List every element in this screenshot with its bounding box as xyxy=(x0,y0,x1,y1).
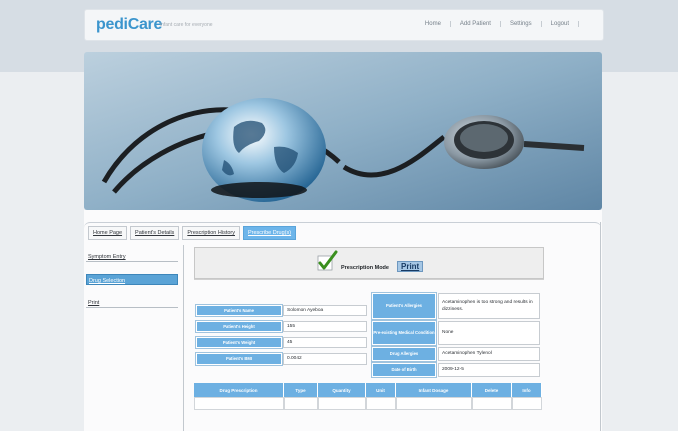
mode-label: Prescription Mode xyxy=(341,265,389,271)
nav-logout[interactable]: Logout xyxy=(542,21,579,27)
patient-weight-label: Patient's Weight xyxy=(195,336,283,349)
drug-allergies-label: Drug Allergies xyxy=(371,346,437,362)
table-cell xyxy=(366,397,396,410)
col-type: Type xyxy=(284,383,318,397)
top-nav: Home Add Patient Settings Logout xyxy=(416,21,579,27)
col-unit: Unit xyxy=(366,383,396,397)
tab-bar: Home Page Patient's Details Prescription… xyxy=(84,222,601,244)
col-infant-dosage: Infant Dosage xyxy=(396,383,472,397)
table-cell xyxy=(194,397,284,410)
logo[interactable]: pediCare xyxy=(96,16,162,34)
allergies-value: Acetaminophen is too strong and results … xyxy=(438,293,540,319)
patient-name-value: Solomon Ayeboa xyxy=(283,305,367,316)
print-button[interactable]: Print xyxy=(397,261,424,272)
table-cell xyxy=(512,397,542,410)
table-cell xyxy=(396,397,472,410)
conditions-label: Pre-existing Medical Condition xyxy=(371,320,437,346)
globe-stethoscope-image xyxy=(84,52,602,210)
patient-height-label: Patient's Height xyxy=(195,320,283,333)
tab-prescription-history[interactable]: Prescription History xyxy=(182,226,240,240)
hero-banner xyxy=(84,52,602,210)
sidebar-item-print[interactable]: Print xyxy=(86,297,178,308)
tagline: infant care for everyone xyxy=(160,22,213,28)
tab-home-page[interactable]: Home Page xyxy=(88,226,128,240)
patient-weight-value: 45 xyxy=(283,337,367,348)
sidebar-divider xyxy=(183,245,184,431)
patient-name-label: Patient's Name xyxy=(195,304,283,317)
nav-settings[interactable]: Settings xyxy=(501,21,542,27)
patient-bmi-value: 0.0042 xyxy=(283,353,367,365)
sidebar-item-symptom-entry[interactable]: Symptom Entry xyxy=(86,251,178,262)
col-drug-prescription: Drug Prescription xyxy=(194,383,284,397)
tab-patients-details[interactable]: Patient's Details xyxy=(130,226,180,240)
col-delete: Delete xyxy=(472,383,512,397)
tab-prescribe-drugs[interactable]: Prescribe Drug(s) xyxy=(243,226,297,240)
content-border xyxy=(600,222,601,431)
nav-home[interactable]: Home xyxy=(416,21,451,27)
sidebar: Symptom Entry Drug Selection Print xyxy=(86,246,178,311)
check-icon xyxy=(316,250,338,277)
table-cell xyxy=(318,397,366,410)
dob-label: Date of Birth xyxy=(371,362,437,378)
patient-height-value: 155 xyxy=(283,321,367,332)
allergies-label: Patient's Allergies xyxy=(371,292,437,320)
conditions-value: None xyxy=(438,321,540,345)
site-header: pediCare infant care for everyone Home A… xyxy=(84,9,604,41)
sidebar-item-drug-selection[interactable]: Drug Selection xyxy=(86,274,178,285)
col-info: Info xyxy=(512,383,542,397)
col-quantity: Quantity xyxy=(318,383,366,397)
patient-bmi-label: Patient's BMI xyxy=(195,352,283,366)
drug-allergies-value: Acetaminophen Tylenol xyxy=(438,347,540,361)
table-cell xyxy=(472,397,512,410)
dob-value: 2009-12-5 xyxy=(438,363,540,377)
prescription-mode-bar: Prescription Mode Print xyxy=(194,247,544,279)
nav-add-patient[interactable]: Add Patient xyxy=(451,21,501,27)
table-cell xyxy=(284,397,318,410)
